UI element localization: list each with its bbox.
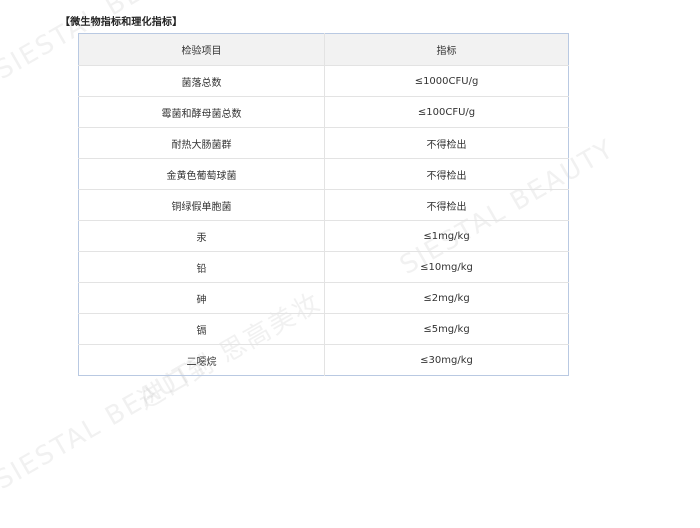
cell-standard: ≤2mg/kg [324,282,569,314]
section-heading: 【微生物指标和理化指标】 [60,17,183,28]
spec-table: 检验项目 指标 菌落总数 ≤1000CFU/g 霉菌和酵母菌总数 ≤100CFU… [78,33,569,376]
cell-standard: ≤10mg/kg [324,251,569,283]
table-row: 铅 ≤10mg/kg [78,251,569,283]
table-row: 汞 ≤1mg/kg [78,220,569,252]
cell-item: 汞 [78,220,325,252]
table-row: 金黄色葡萄球菌 不得检出 [78,158,569,190]
cell-standard: ≤100CFU/g [324,96,569,128]
cell-item: 砷 [78,282,325,314]
cell-item: 金黄色葡萄球菌 [78,158,325,190]
cell-standard: ≤5mg/kg [324,313,569,345]
table-row: 铜绿假单胞菌 不得检出 [78,189,569,221]
table-row: 菌落总数 ≤1000CFU/g [78,65,569,97]
cell-standard: ≤1000CFU/g [324,65,569,97]
cell-item: 霉菌和酵母菌总数 [78,96,325,128]
cell-item: 二噁烷 [78,344,325,376]
cell-item: 菌落总数 [78,65,325,97]
cell-item: 铜绿假单胞菌 [78,189,325,221]
cell-item: 耐热大肠菌群 [78,127,325,159]
column-header-standard: 指标 [324,33,569,66]
table-row: 耐热大肠菌群 不得检出 [78,127,569,159]
cell-standard: ≤1mg/kg [324,220,569,252]
table-row: 霉菌和酵母菌总数 ≤100CFU/g [78,96,569,128]
cell-item: 铅 [78,251,325,283]
cell-standard: 不得检出 [324,158,569,190]
cell-standard: 不得检出 [324,127,569,159]
column-header-item: 检验项目 [78,33,325,66]
table-header-row: 检验项目 指标 [78,33,569,66]
cell-standard: 不得检出 [324,189,569,221]
table-row: 镉 ≤5mg/kg [78,313,569,345]
page: SIESTAL BEAUTY SIESTAL BEAUTY SIESTAL BE… [0,0,700,528]
table-row: 二噁烷 ≤30mg/kg [78,344,569,376]
table-row: 砷 ≤2mg/kg [78,282,569,314]
cell-standard: ≤30mg/kg [324,344,569,376]
cell-item: 镉 [78,313,325,345]
